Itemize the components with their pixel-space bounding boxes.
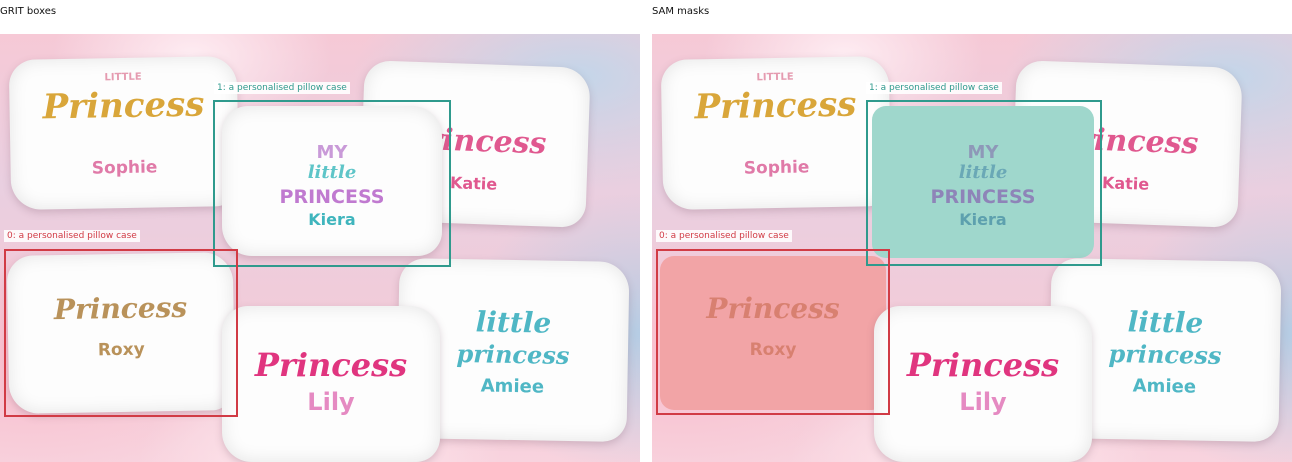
pillow-top-text: LITTLE [104, 71, 142, 84]
detection-label-1: 1: a personalised pillow case [866, 82, 1002, 94]
detection-label-1: 1: a personalised pillow case [214, 82, 350, 94]
detection-label-0: 0: a personalised pillow case [4, 230, 140, 242]
detection-box-0 [656, 249, 890, 415]
pillow-sophie: LITTLE Princess Sophie [660, 56, 892, 210]
detection-label-0: 0: a personalised pillow case [656, 230, 792, 242]
pillow-name-text: Lily [307, 388, 355, 416]
pillow-main-text: Princess [694, 84, 857, 128]
detection-box-1 [866, 100, 1102, 266]
detection-box-1 [213, 100, 451, 267]
pillow-name-text: Sophie [743, 157, 810, 179]
pillow-lily: Princess Lily [874, 306, 1092, 462]
pillow-name-text: Lily [959, 388, 1007, 416]
pillow-main-text: Princess [42, 84, 205, 128]
pillow-sophie: LITTLE Princess Sophie [8, 56, 240, 210]
detection-box-0 [4, 249, 238, 417]
sam-masks-panel: LITTLE Princess Sophie Princess Katie MY… [652, 34, 1292, 462]
pillow-main-text: Princess [906, 346, 1060, 384]
pillow-lily: Princess Lily [222, 306, 440, 462]
pillow-top-text: LITTLE [756, 71, 794, 84]
pillow-main-text: Princess [254, 346, 408, 384]
left-panel-title: GRIT boxes [0, 6, 57, 17]
right-panel-title: SAM masks [652, 6, 710, 17]
grit-boxes-panel: LITTLE Princess Sophie Princess Katie MY… [0, 34, 640, 462]
pillow-name-text: Sophie [91, 157, 158, 179]
